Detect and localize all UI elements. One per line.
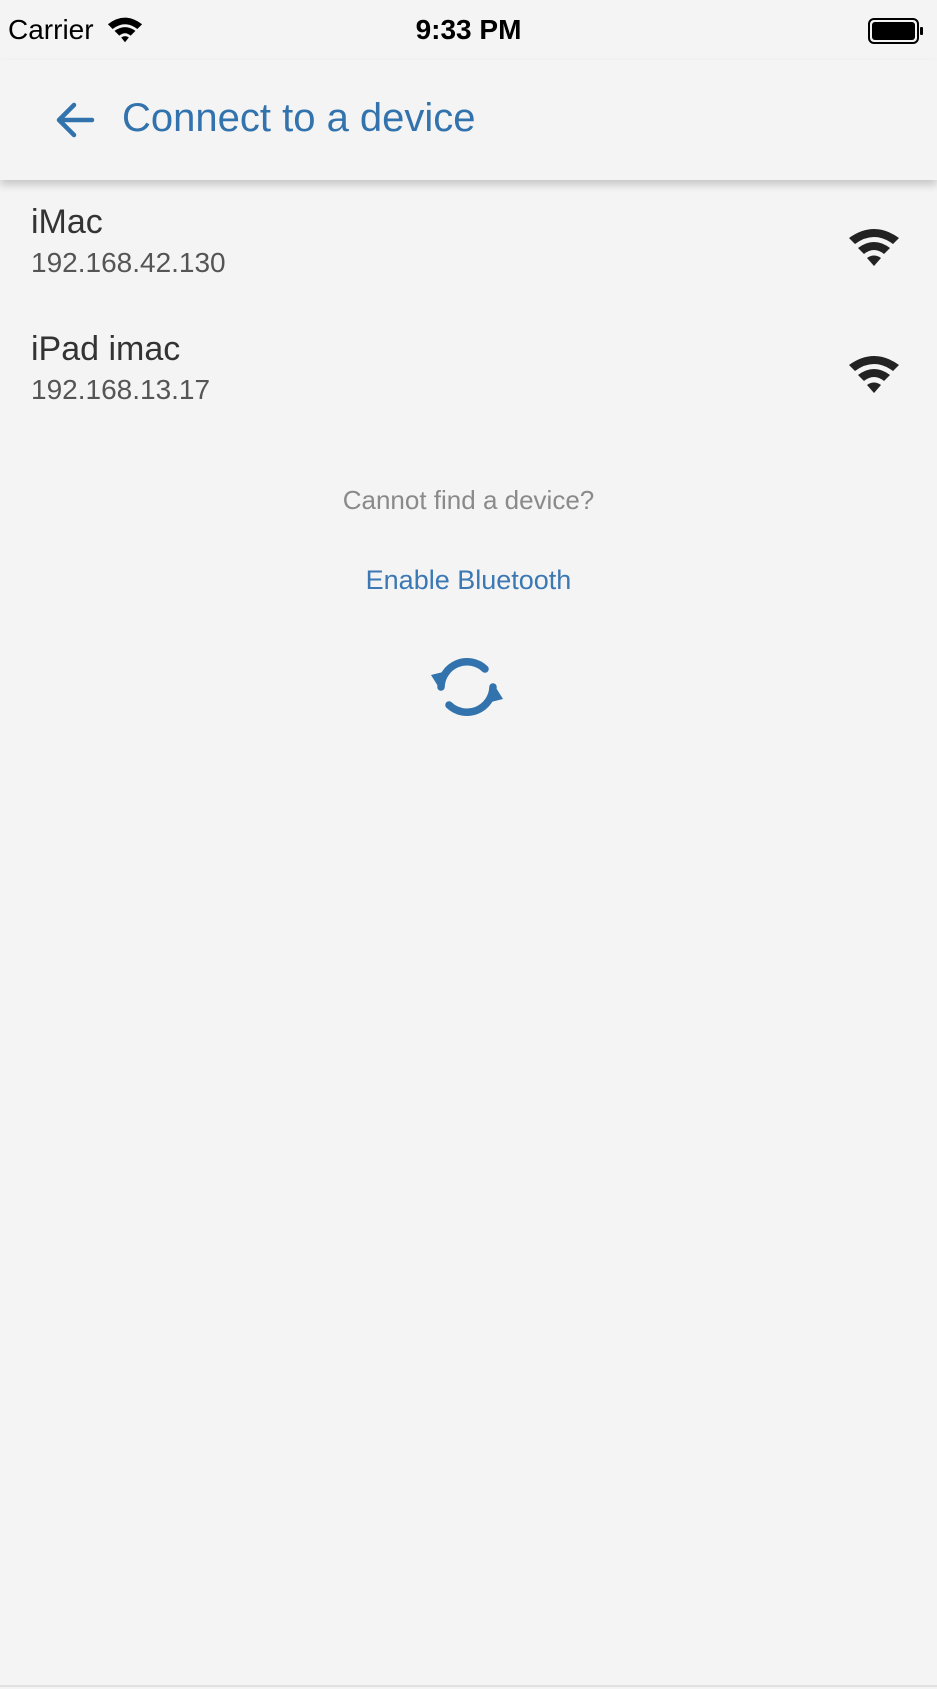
cannot-find-text: Cannot find a device? xyxy=(342,485,595,515)
wifi-icon xyxy=(849,229,899,266)
battery-icon xyxy=(868,18,923,44)
device-name: iMac xyxy=(31,203,103,241)
refresh-icon[interactable] xyxy=(427,647,507,727)
status-bar: Carrier 9:33 PM xyxy=(0,0,937,60)
enable-bluetooth-link[interactable]: Enable Bluetooth xyxy=(0,563,937,597)
page-title: Connect to a device xyxy=(122,96,476,140)
device-ip: 192.168.13.17 xyxy=(31,374,211,405)
device-row-imac[interactable]: iMac 192.168.42.130 xyxy=(0,180,937,304)
status-time: 9:33 PM xyxy=(415,14,522,45)
bottom-divider xyxy=(0,1685,937,1687)
device-name: iPad imac xyxy=(31,330,181,368)
app-header: Connect to a device xyxy=(0,60,937,180)
device-row-ipad-imac[interactable]: iPad imac 192.168.13.17 xyxy=(0,307,937,431)
arrow-left-icon[interactable] xyxy=(48,92,104,148)
device-ip: 192.168.42.130 xyxy=(31,247,226,278)
wifi-icon xyxy=(849,356,899,393)
device-list-screen: iMac 192.168.42.130 iPad imac 192.168.13… xyxy=(0,180,937,1680)
